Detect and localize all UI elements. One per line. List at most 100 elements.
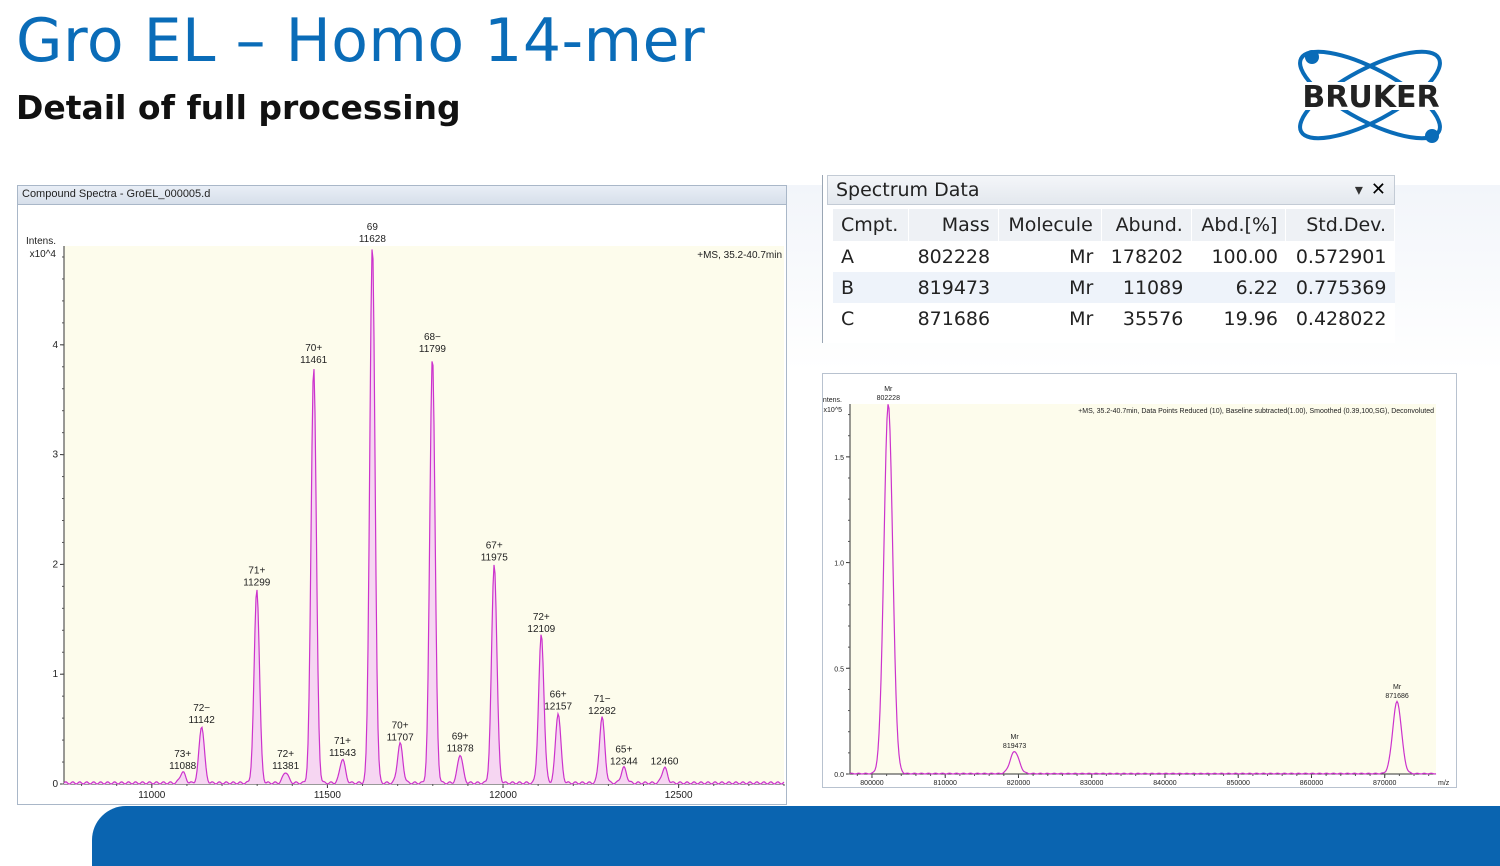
close-icon[interactable]: ✕ [1371, 179, 1386, 200]
peak-value: 11628 [359, 234, 387, 245]
peak-label: 70+ [392, 720, 409, 731]
footer-bar [92, 806, 1500, 866]
peak-label: 71− [594, 694, 611, 705]
x-tick-label: 11000 [138, 790, 166, 801]
peak-label: 70+ [305, 343, 322, 354]
y-tick-label: 3 [52, 450, 58, 461]
table-row[interactable]: A 802228 Mr 178202 100.00 0.572901 [833, 241, 1395, 272]
peak-annotation: Mr 802228 [877, 386, 900, 402]
slide-subtitle: Detail of full processing [16, 88, 461, 127]
x-tick-label: 820000 [1007, 780, 1030, 787]
peak-label: 69+ [452, 731, 469, 742]
peak-label: Mr [884, 386, 893, 393]
x-tick-label: 12500 [665, 790, 693, 801]
y-tick-label: 0.0 [834, 772, 844, 779]
x-tick-label: 870000 [1373, 780, 1396, 787]
peak-label: 65+ [615, 745, 632, 756]
x-tick-label: 12000 [489, 790, 517, 801]
cell-std-dev: 0.428022 [1295, 307, 1387, 330]
peak-annotation: 6911628 [359, 222, 387, 245]
col-header-abd-pct[interactable]: Abd.[%] [1191, 209, 1287, 241]
bruker-logo: BRUKER [1276, 49, 1466, 143]
charge-state-spectrum: 0 1 2 3 4 11000 11500 12000 12500 Intens. x10^4 +MS… [26, 222, 785, 801]
cell-cmpt: B [833, 272, 909, 303]
x-tick-label: 830000 [1080, 780, 1103, 787]
peak-value: 819473 [1003, 743, 1026, 750]
spectrum-data-title: Spectrum Data [836, 179, 980, 201]
x-tick-label: 11500 [314, 790, 342, 801]
peak-value: 12460 [651, 757, 679, 768]
peak-value: 871686 [1385, 693, 1408, 700]
peak-value: 11975 [481, 552, 509, 563]
peak-label: 68− [424, 332, 441, 343]
peak-value: 11461 [300, 355, 328, 366]
y-axis-label: Intens. [26, 236, 56, 247]
peak-label: 73+ [174, 749, 191, 760]
peak-value: 11707 [387, 732, 415, 743]
peak-label: Mr [1011, 734, 1020, 741]
cell-std-dev: 0.775369 [1285, 272, 1395, 303]
cell-mass: 871686 [917, 307, 991, 330]
cell-abd-pct: 19.96 [1223, 307, 1278, 330]
compound-spectra-title: Compound Spectra - GroEL_000005.d [18, 186, 786, 205]
peak-label: 71+ [248, 566, 265, 577]
peak-value: 11299 [243, 578, 271, 589]
y-axis-unit: x10^5 [824, 407, 843, 414]
col-header-molecule[interactable]: Molecule [998, 209, 1102, 241]
peak-value: 12344 [610, 757, 638, 768]
cell-molecule: Mr [998, 272, 1102, 303]
peak-value: 11381 [272, 761, 300, 772]
peak-value: 11088 [169, 761, 197, 772]
peak-value: 12282 [588, 706, 616, 717]
col-header-mass[interactable]: Mass [908, 209, 999, 241]
table-row[interactable]: C 871686 Mr 35576 19.96 0.428022 [833, 303, 1395, 334]
plot-area [64, 246, 784, 784]
y-tick-label: 4 [52, 340, 58, 351]
peak-label: 72+ [533, 612, 550, 623]
x-tick-label: 840000 [1153, 780, 1176, 787]
cell-abund: 178202 [1110, 245, 1184, 268]
peak-label: 72+ [277, 749, 294, 760]
cell-abd-pct: 6.22 [1191, 272, 1286, 303]
deconvoluted-spectrum: 0.0 0.5 1.0 1.5 800000 810000 820000 830000 8400… [823, 386, 1450, 787]
dropdown-arrow-icon[interactable]: ▾ [1355, 180, 1363, 199]
cell-abd-pct: 100.00 [1211, 245, 1278, 268]
y-tick-label: 1 [52, 669, 58, 680]
peak-value: 11878 [447, 743, 475, 754]
y-tick-label: 1.0 [834, 561, 844, 568]
cell-molecule: Mr [1069, 245, 1094, 268]
y-tick-label: 2 [52, 559, 58, 570]
cell-mass: 819473 [908, 272, 999, 303]
peak-label: 66+ [550, 690, 567, 701]
peak-label: 72− [193, 703, 210, 714]
peak-label: 67+ [486, 540, 503, 551]
y-tick-label: 0 [52, 779, 58, 790]
peak-annotation: 12460 [651, 757, 679, 768]
plot-area [850, 404, 1436, 774]
col-header-abund[interactable]: Abund. [1101, 209, 1192, 241]
cell-cmpt: C [841, 307, 855, 330]
col-header-cmpt[interactable]: Cmpt. [833, 209, 909, 241]
x-tick-label: 810000 [934, 780, 957, 787]
peak-value: 11142 [189, 715, 216, 726]
peak-value: 11799 [419, 344, 447, 355]
cell-abund: 11089 [1101, 272, 1192, 303]
x-axis-label: m/z [1438, 780, 1450, 787]
chart-title: +MS, 35.2-40.7min, Data Points Reduced (… [1078, 408, 1434, 415]
compound-spectra-window: Compound Spectra - GroEL_000005.d 0 1 2 3 4 1… [17, 185, 787, 805]
table-row[interactable]: B 819473 Mr 11089 6.22 0.775369 [833, 272, 1395, 303]
peak-label: 71+ [334, 736, 351, 747]
cell-std-dev: 0.572901 [1295, 245, 1387, 268]
spectrum-data-panel: Spectrum Data ▾ ✕ Cmpt. Mass Molecule Abu… [822, 175, 1395, 343]
cell-molecule: Mr [1069, 307, 1094, 330]
deconvoluted-spectrum-window: 0.0 0.5 1.0 1.5 800000 810000 820000 830000 8400… [822, 373, 1457, 788]
y-axis-label: Intens. [823, 397, 842, 404]
peak-label: 69 [367, 222, 379, 233]
spectrum-data-table: Cmpt. Mass Molecule Abund. Abd.[%] Std.D… [833, 209, 1395, 334]
cell-mass: 802228 [917, 245, 991, 268]
peak-value: 12109 [527, 624, 555, 635]
col-header-std-dev[interactable]: Std.Dev. [1285, 209, 1395, 241]
x-tick-label: 800000 [860, 780, 883, 787]
y-tick-label: 1.5 [834, 455, 844, 462]
logo-text: BRUKER [1302, 80, 1439, 115]
